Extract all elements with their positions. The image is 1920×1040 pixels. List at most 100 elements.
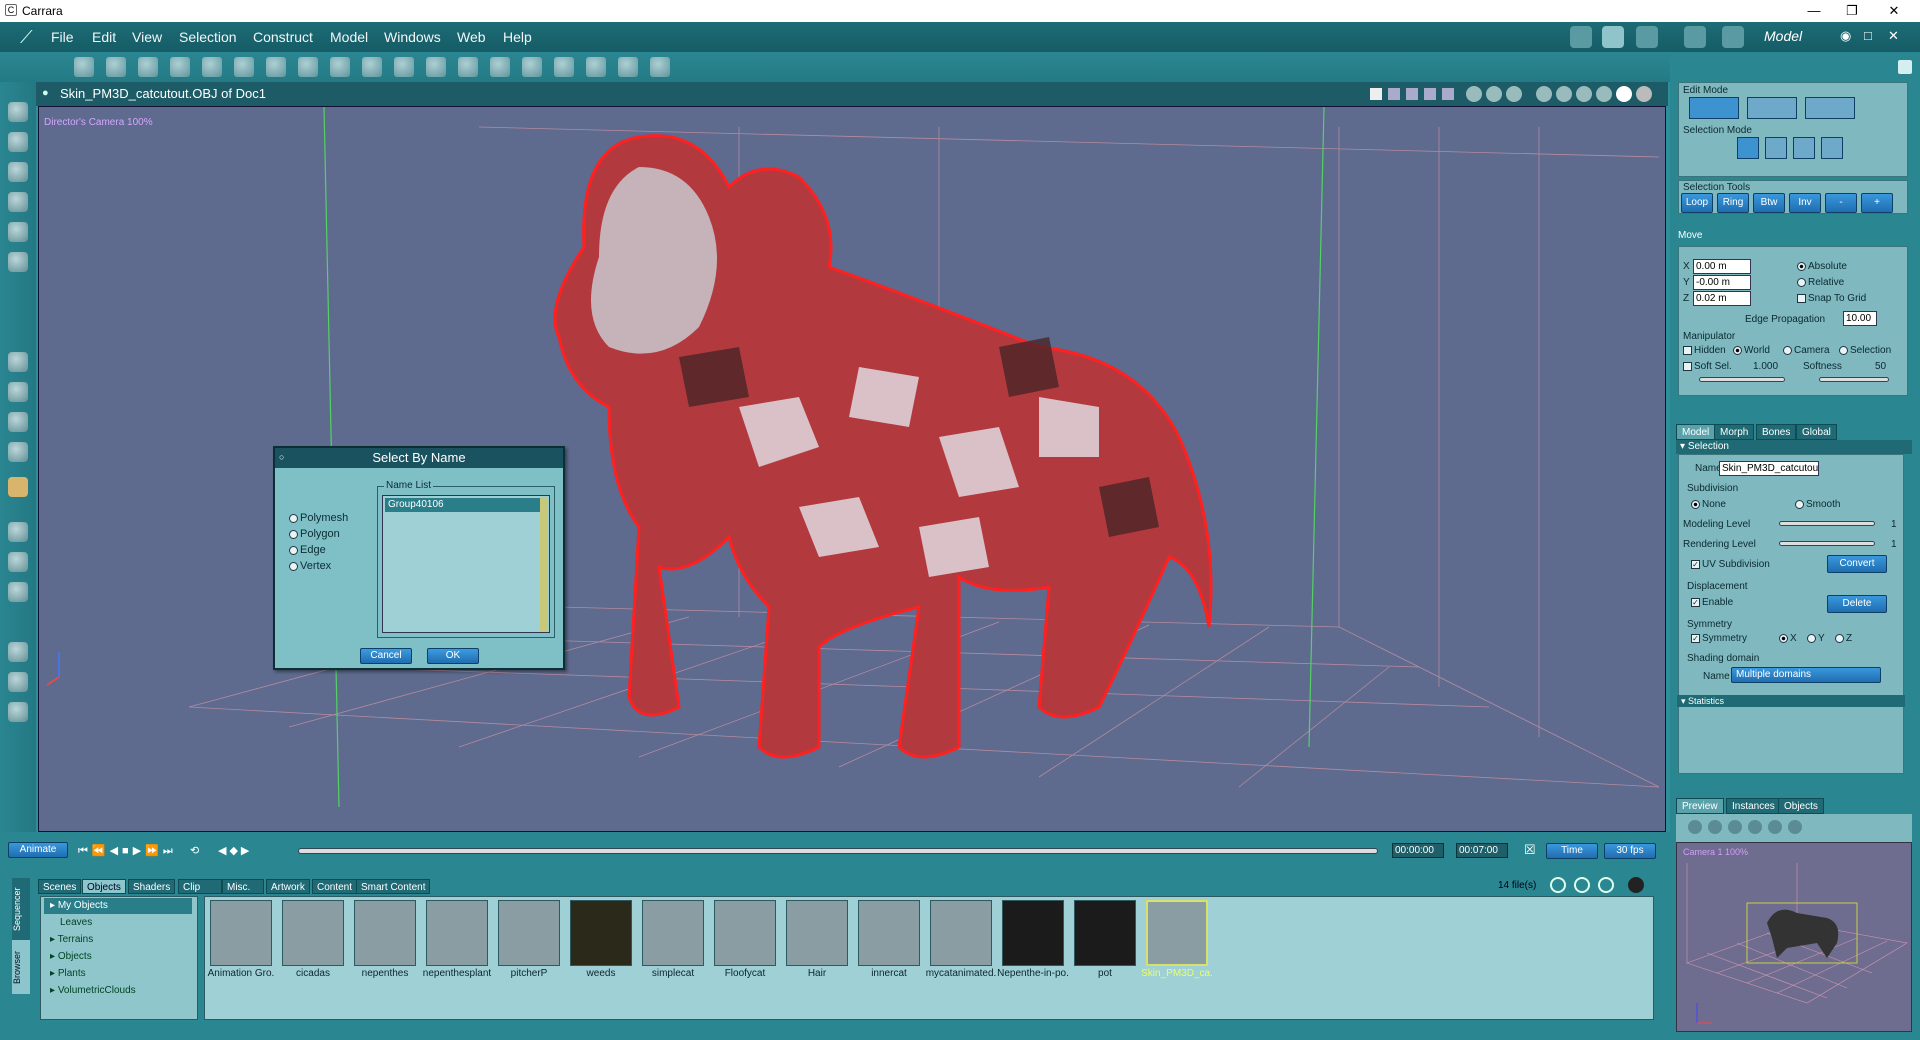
tab-shaders[interactable]: Shaders	[128, 879, 176, 894]
viewport-menu-icon[interactable]: ●	[42, 87, 49, 99]
close-room-icon[interactable]: ✕	[1888, 28, 1899, 44]
thumb-animation-group[interactable]	[210, 900, 272, 966]
pan-icon[interactable]	[8, 382, 28, 402]
room-model-icon[interactable]	[1602, 26, 1624, 48]
thumb-hair[interactable]	[786, 900, 848, 966]
tab-morph[interactable]: Morph	[1714, 424, 1755, 440]
track-icon[interactable]	[8, 442, 28, 462]
symmetry-option[interactable]: ✓ Symmetry	[1691, 633, 1747, 644]
tab-instances[interactable]: Instances	[1726, 798, 1781, 814]
tab-preview[interactable]: Preview	[1676, 798, 1724, 814]
edge-propagation-input[interactable]: 10.00	[1843, 311, 1877, 326]
orbit-icon[interactable]	[8, 412, 28, 432]
thumb-simplecat[interactable]	[642, 900, 704, 966]
shield2-icon[interactable]	[1486, 86, 1502, 102]
shaded-sphere-icon[interactable]	[1616, 86, 1632, 102]
link-icon[interactable]	[8, 252, 28, 272]
soft-sel-slider[interactable]	[1699, 377, 1785, 382]
layout-single-icon[interactable]	[1370, 88, 1382, 100]
layout-four-icon[interactable]	[1424, 88, 1436, 100]
tree-item-plants[interactable]: ▸ Plants	[44, 966, 192, 982]
mode-polygon[interactable]: Polygon	[289, 526, 348, 542]
thumb-pot[interactable]	[1074, 900, 1136, 966]
tree-item-volumetric-clouds[interactable]: ▸ VolumetricClouds	[44, 983, 192, 999]
menu-help[interactable]: Help	[503, 29, 532, 45]
restore-icon[interactable]: ❐	[1838, 2, 1866, 20]
convert-button[interactable]: Convert	[1827, 555, 1887, 573]
thumb-skin-pm3d-cat[interactable]	[1146, 900, 1208, 966]
bridge-tool-icon[interactable]	[554, 57, 574, 77]
magnet-tool-icon[interactable]	[138, 57, 158, 77]
y-input[interactable]: -0.00 m	[1693, 275, 1751, 290]
rendering-level-slider[interactable]	[1779, 541, 1875, 546]
tree-item-my-objects[interactable]: ▸ My Objects	[44, 898, 192, 914]
bevel-tool-icon[interactable]	[234, 57, 254, 77]
loop-button[interactable]: Loop	[1681, 193, 1713, 213]
knife-tool-icon[interactable]	[522, 57, 542, 77]
shading-domain-select[interactable]: Multiple domains	[1731, 667, 1881, 683]
browser-side-tab[interactable]: Browser	[12, 940, 30, 994]
view-large-icon[interactable]	[1598, 877, 1614, 893]
shrink-button[interactable]: -	[1825, 193, 1857, 213]
modeling-level-slider[interactable]	[1779, 521, 1875, 526]
tab-artwork[interactable]: Artwork	[266, 879, 310, 894]
room-render-icon[interactable]	[1722, 26, 1744, 48]
move-arrow-icon[interactable]	[8, 132, 28, 152]
symmetry-x-option[interactable]: X	[1779, 633, 1797, 644]
menu-windows[interactable]: Windows	[384, 29, 441, 45]
render-icon[interactable]	[1556, 86, 1572, 102]
tab-objects[interactable]: Objects	[1778, 798, 1824, 814]
view-small-icon[interactable]	[1550, 877, 1566, 893]
room-texture-icon[interactable]	[1684, 26, 1706, 48]
thumb-innercat[interactable]	[858, 900, 920, 966]
menu-edit[interactable]: Edit	[92, 29, 116, 45]
lasso-icon[interactable]	[8, 552, 28, 572]
z-input[interactable]: 0.02 m	[1693, 291, 1751, 306]
list-scrollbar[interactable]	[540, 497, 548, 631]
grow-button[interactable]: +	[1861, 193, 1893, 213]
cube-icon[interactable]	[1728, 820, 1742, 834]
animate-button[interactable]: Animate	[8, 842, 68, 858]
minimize-icon[interactable]: —	[1800, 2, 1828, 20]
paint-icon[interactable]	[8, 222, 28, 242]
thumb-nepenthes[interactable]	[354, 900, 416, 966]
pin-tool-icon[interactable]	[650, 57, 670, 77]
shade-icon[interactable]	[1768, 820, 1782, 834]
texture-icon[interactable]	[8, 477, 28, 497]
edit-mode-vertex-button[interactable]	[1689, 97, 1739, 119]
uv-subdivision-option[interactable]: ✓ UV Subdivision	[1691, 559, 1770, 570]
name-list-item[interactable]: Group40106	[385, 498, 540, 512]
edit-mode-sculpt-button[interactable]	[1805, 97, 1855, 119]
cancel-button[interactable]: Cancel	[360, 648, 412, 664]
transport-controls[interactable]: ⏮⏪◀■▶⏩⏭	[78, 844, 177, 858]
menu-construct[interactable]: Construct	[253, 29, 313, 45]
close-icon[interactable]: ✕	[1880, 2, 1908, 20]
cut-tool-icon[interactable]	[394, 57, 414, 77]
selection-section-header[interactable]: ▾ Selection	[1676, 440, 1912, 454]
ok-button[interactable]: OK	[427, 648, 479, 664]
light-icon[interactable]	[1536, 86, 1552, 102]
scissors-tool-icon[interactable]	[170, 57, 190, 77]
tree-item-objects[interactable]: ▸ Objects	[44, 949, 192, 965]
tree-item-terrains[interactable]: ▸ Terrains	[44, 932, 192, 948]
thumb-nepenthesplant[interactable]	[426, 900, 488, 966]
layout-three-icon[interactable]	[1406, 88, 1418, 100]
rotate-view-icon[interactable]	[1708, 820, 1722, 834]
layout-grid-icon[interactable]	[1442, 88, 1454, 100]
thumb-nepenthe-in-pot[interactable]	[1002, 900, 1064, 966]
point-tool-icon[interactable]	[202, 57, 222, 77]
relative-option[interactable]: Relative	[1797, 277, 1844, 288]
sel-point-icon[interactable]	[1765, 137, 1787, 159]
absolute-option[interactable]: Absolute	[1797, 261, 1847, 272]
menu-view[interactable]: View	[132, 29, 162, 45]
tab-clip[interactable]: Clip	[178, 879, 222, 894]
select-arrow-icon[interactable]	[8, 102, 28, 122]
mode-edge[interactable]: Edge	[289, 542, 348, 558]
lathe-tool-icon[interactable]	[298, 57, 318, 77]
thumb-cicadas[interactable]	[282, 900, 344, 966]
scale-icon[interactable]	[8, 192, 28, 212]
selection-option[interactable]: Selection	[1839, 345, 1891, 356]
preview-viewport[interactable]: Camera 1 100%	[1676, 842, 1912, 1032]
tab-misc[interactable]: Misc.	[222, 879, 264, 894]
tab-model[interactable]: Model	[1676, 424, 1716, 440]
